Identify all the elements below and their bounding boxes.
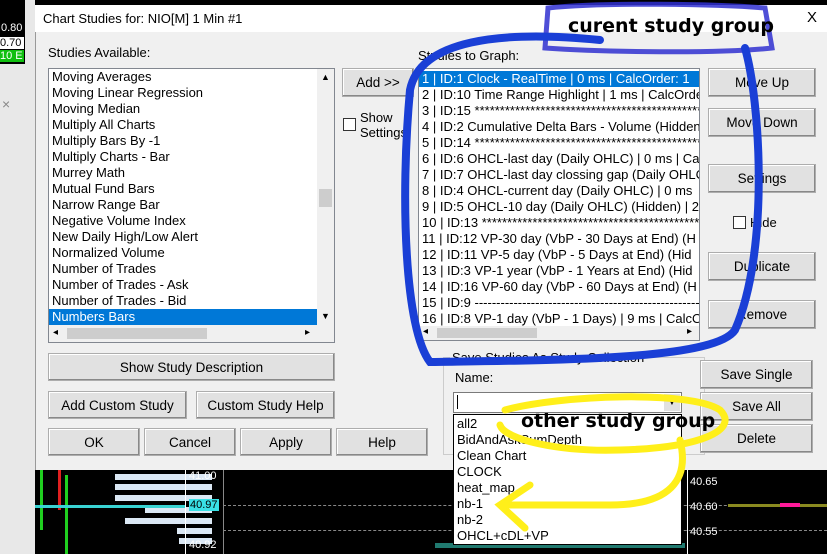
current-study-group-annotation: curent study group: [568, 15, 774, 37]
handdrawn-annotations: [401, 1, 775, 532]
other-study-group-annotation: other study group: [521, 410, 716, 432]
current-group-loop: [401, 32, 763, 367]
